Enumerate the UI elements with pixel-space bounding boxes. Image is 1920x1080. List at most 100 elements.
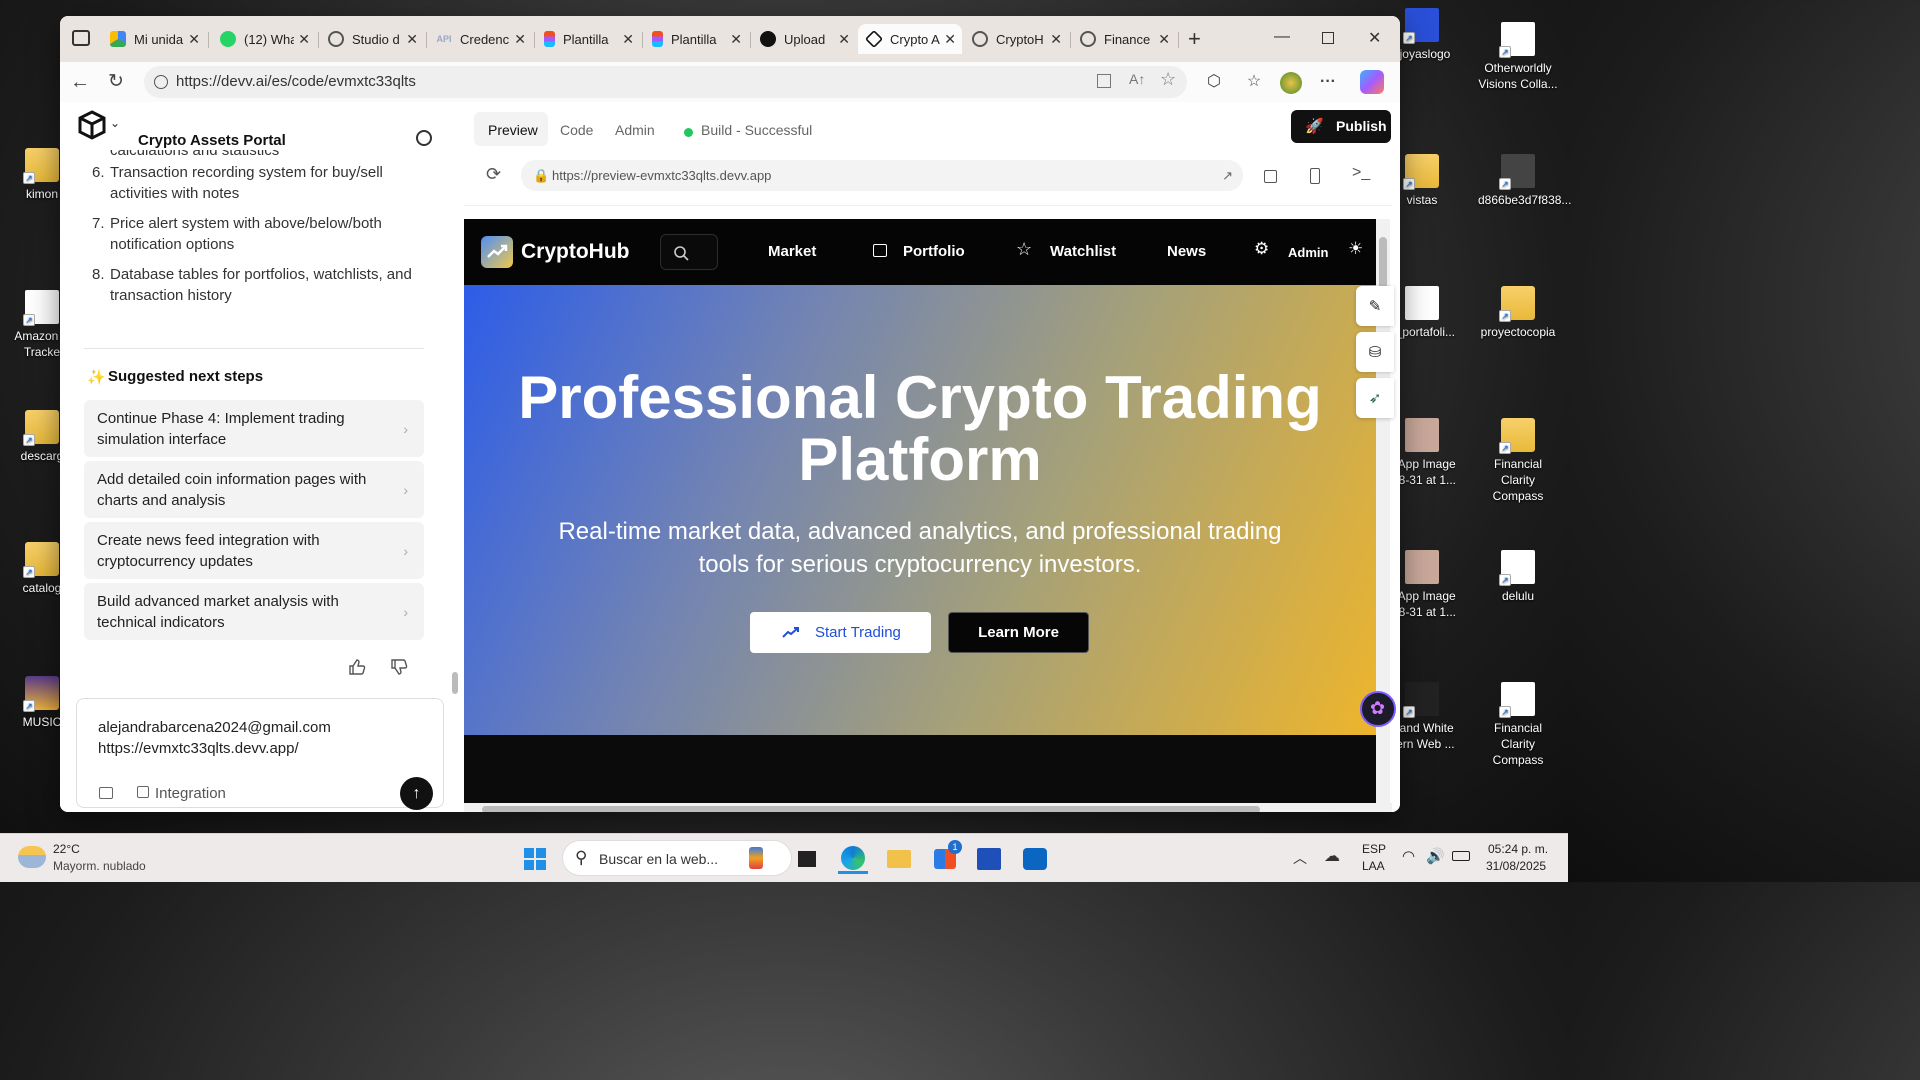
browser-tab[interactable]: Upload ✕ [752,24,856,54]
favorite-star-icon[interactable]: ☆ [1160,69,1176,90]
site-brand[interactable]: CryptoHub [521,240,630,264]
copilot-icon[interactable] [1360,70,1384,94]
tab-code[interactable]: Code [560,122,593,138]
taskbar-task-view[interactable] [792,844,822,874]
new-tab-icon[interactable]: + [1188,26,1201,52]
start-button[interactable] [520,844,550,874]
refresh-icon[interactable]: ↻ [106,72,126,92]
desktop-icon-delulu[interactable]: ↗ delulu [1478,550,1558,604]
learn-more-button[interactable]: Learn More [948,612,1089,653]
close-tab-icon[interactable]: ✕ [622,31,634,48]
deploy-tool-button[interactable]: ➶ [1356,378,1394,418]
browser-tab[interactable]: CryptoH ✕ [964,24,1068,54]
cloud-icon[interactable]: ☁ [1324,846,1340,866]
chat-input[interactable]: alejandrabarcena2024@gmail.com https://e… [76,698,444,810]
language-indicator[interactable]: ESP [1362,842,1386,856]
weather-temp[interactable]: 22°C [53,842,80,856]
close-tab-icon[interactable]: ✕ [838,31,850,48]
chevron-down-icon[interactable]: ⌄ [110,116,120,130]
close-tab-icon[interactable]: ✕ [406,31,418,48]
read-aloud-icon[interactable]: A↑ [1129,71,1145,87]
more-menu-icon[interactable]: ··· [1318,72,1338,92]
publish-button[interactable]: 🚀 Publish [1291,110,1391,143]
nav-watchlist[interactable]: Watchlist [1050,243,1116,260]
close-tab-icon[interactable]: ✕ [1158,31,1170,48]
browser-tab[interactable]: Studio d ✕ [320,24,424,54]
image-upload-icon[interactable] [99,787,113,799]
clock-time[interactable]: 05:24 p. m. [1488,842,1548,856]
close-tab-icon[interactable]: ✕ [188,31,200,48]
scrollbar-thumb[interactable] [482,806,1260,812]
desktop-icon-d866[interactable]: ↗ d866be3d7f838... [1478,154,1571,208]
keyboard-layout[interactable]: LAA [1362,859,1385,873]
app-available-icon[interactable] [1097,74,1111,88]
preview-url-bar[interactable]: 🔒 https://preview-evmxtc33qlts.devv.app … [521,160,1243,191]
open-external-icon[interactable]: ↗ [1222,160,1233,191]
close-tab-icon[interactable]: ✕ [1050,31,1062,48]
reload-preview-icon[interactable]: ⟳ [486,164,501,185]
volume-icon[interactable]: 🔊 [1426,847,1445,865]
address-bar[interactable]: https://devv.ai/es/code/evmxtc33qlts A↑ … [144,66,1187,98]
assistant-bubble[interactable]: ✿ [1360,691,1396,727]
send-button[interactable]: ↑ [400,777,433,810]
profile-avatar[interactable] [1280,72,1302,94]
wifi-icon[interactable]: ◠ [1402,847,1415,865]
panel-resize-handle[interactable] [452,672,458,694]
taskbar-edge[interactable] [838,844,868,874]
suggestion-item[interactable]: Build advanced market analysis with tech… [84,583,424,640]
suggestion-item[interactable]: Add detailed coin information pages with… [84,461,424,518]
tab-admin[interactable]: Admin [615,122,655,138]
thumbs-down-icon[interactable] [390,658,408,676]
desktop-icon-financial-clarity[interactable]: ↗ Financial Clarity Compass [1478,418,1558,504]
edit-tool-button[interactable]: ✎ [1356,286,1394,326]
weather-cloud-icon[interactable] [18,846,46,868]
browser-tab[interactable]: API Credenc ✕ [428,24,532,54]
database-tool-button[interactable]: ⛁ [1356,332,1394,372]
browser-tab-active[interactable]: Crypto A ✕ [858,24,962,54]
taskbar-search[interactable]: ⚲ Buscar en la web... [562,840,792,876]
tab-actions-icon[interactable] [72,30,90,46]
site-search-button[interactable] [660,234,718,270]
browser-tab[interactable]: Plantilla ✕ [644,24,748,54]
theme-toggle-icon[interactable]: ☀ [1348,239,1363,259]
close-tab-icon[interactable]: ✕ [298,31,310,48]
devv-logo-icon[interactable] [78,110,106,140]
close-window-icon[interactable]: ✕ [1368,28,1381,48]
integration-icon[interactable] [137,786,149,798]
thumbs-up-icon[interactable] [348,658,366,676]
nav-news[interactable]: News [1167,243,1206,260]
browser-tab[interactable]: Mi unida ✕ [102,24,206,54]
clock-date[interactable]: 31/08/2025 [1486,859,1546,873]
browser-tab[interactable]: (12) Wha ✕ [212,24,316,54]
close-tab-icon[interactable]: ✕ [514,31,526,48]
terminal-icon[interactable]: >_ [1352,164,1370,182]
taskbar-app[interactable] [974,844,1004,874]
desktop-icon-proyectocopia[interactable]: ↗ proyectocopia [1478,286,1558,340]
cryptohub-logo-icon[interactable] [481,236,513,268]
favorites-icon[interactable]: ☆ [1244,72,1264,92]
suggestion-item[interactable]: Continue Phase 4: Implement trading simu… [84,400,424,457]
browser-tab[interactable]: Finance ✕ [1072,24,1176,54]
nav-admin[interactable]: Admin [1288,245,1328,260]
close-tab-icon[interactable]: ✕ [944,31,956,48]
taskbar-explorer[interactable] [884,844,914,874]
start-trading-button[interactable]: Start Trading [750,612,931,653]
maximize-icon[interactable] [1322,32,1334,44]
desktop-icon-financial-clarity-2[interactable]: ↗ Financial Clarity Compass [1478,682,1558,768]
copy-icon[interactable] [1264,170,1277,183]
back-icon[interactable]: ← [70,72,90,92]
minimize-icon[interactable]: — [1274,28,1290,46]
nav-market[interactable]: Market [768,243,816,260]
mobile-view-icon[interactable] [1310,168,1320,184]
nav-portfolio[interactable]: Portfolio [903,243,965,260]
browser-tab[interactable]: Plantilla ✕ [536,24,640,54]
history-icon[interactable] [416,130,432,146]
integration-button[interactable]: Integration [155,785,226,802]
tray-chevron-up-icon[interactable]: ︿ [1293,848,1307,868]
site-info-icon[interactable] [154,75,168,89]
horizontal-scrollbar[interactable] [464,803,1392,812]
taskbar-outlook[interactable] [1020,844,1050,874]
battery-icon[interactable] [1452,851,1470,861]
address-bar-url[interactable]: https://devv.ai/es/code/evmxtc33qlts [176,73,416,90]
suggestion-item[interactable]: Create news feed integration with crypto… [84,522,424,579]
